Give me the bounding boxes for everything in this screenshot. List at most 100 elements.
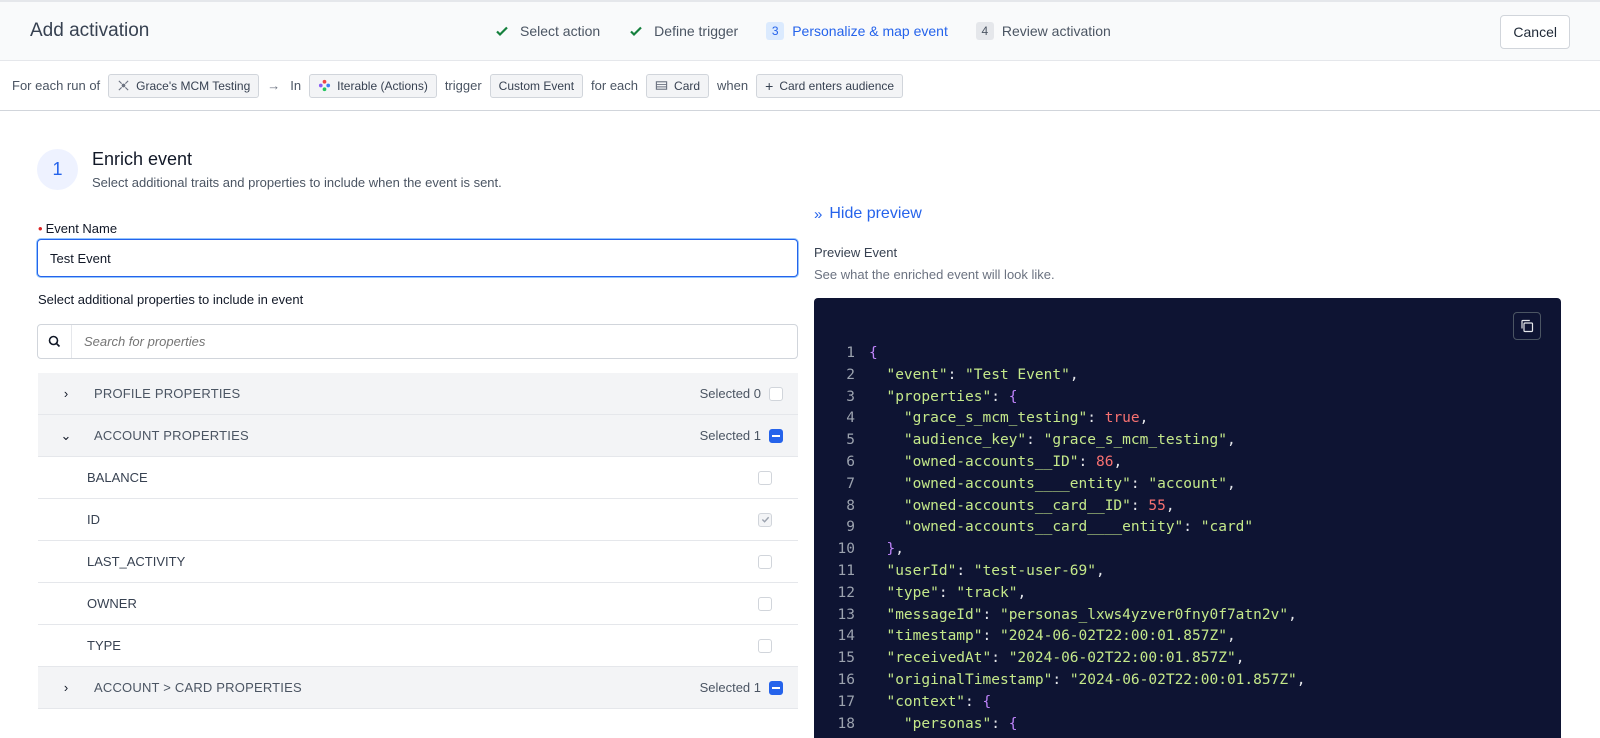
code-token: "event" <box>886 366 948 383</box>
code-lines: 1{2 "event": "Test Event", 3 "properties"… <box>814 343 1306 735</box>
code-token: : <box>938 584 957 601</box>
code-token: , <box>1226 628 1236 645</box>
code-token: "2024-06-02T22:00:01.857Z" <box>999 628 1227 645</box>
code-line: 8 "owned-accounts__card__ID": 55, <box>814 496 1306 518</box>
code-token: "context" <box>886 693 966 710</box>
property-name: TYPE <box>87 638 121 653</box>
line-number: 7 <box>846 475 855 492</box>
group-profile-properties[interactable]: › PROFILE PROPERTIES Selected 0 <box>38 373 798 415</box>
code-line: 16 "originalTimestamp": "2024-06-02T22:0… <box>814 670 1306 692</box>
destination-chip[interactable]: Iterable (Actions) <box>309 73 437 98</box>
code-text: "userId": "test-user-69", <box>869 561 1104 583</box>
run-text: For each run of <box>12 78 101 93</box>
source-chip[interactable]: Grace's MCM Testing <box>108 73 260 98</box>
check-icon <box>496 26 508 37</box>
line-number: 13 <box>837 606 855 623</box>
property-checkbox[interactable] <box>758 554 772 569</box>
code-token: "track" <box>956 584 1018 601</box>
group-account-properties[interactable]: ⌄ ACCOUNT PROPERTIES Selected 1 <box>38 415 798 457</box>
search-input[interactable] <box>72 334 797 349</box>
destination-chip-label: Iterable (Actions) <box>337 78 428 93</box>
double-chevron-right-icon: » <box>814 205 823 223</box>
code-token: : <box>991 388 1009 405</box>
property-row-owner[interactable]: OWNER <box>38 583 798 625</box>
line-number: 3 <box>846 388 855 405</box>
search-icon <box>38 325 72 358</box>
property-row-balance[interactable]: BALANCE <box>38 457 798 499</box>
code-token: "receivedAt" <box>886 650 992 667</box>
step-label: Define trigger <box>654 23 739 39</box>
copy-icon[interactable] <box>1513 312 1541 340</box>
trigger-text: trigger <box>444 78 482 93</box>
hide-preview-link[interactable]: » Hide preview <box>814 205 922 223</box>
property-checkbox[interactable] <box>758 596 772 611</box>
code-text: "timestamp": "2024-06-02T22:00:01.857Z", <box>869 626 1236 648</box>
run-summary-bar: For each run of Grace's MCM Testing → In… <box>0 61 1600 111</box>
line-number: 12 <box>837 584 855 601</box>
condition-chip[interactable]: + Card enters audience <box>756 73 904 98</box>
audience-icon <box>118 80 129 91</box>
code-token: "grace_s_mcm_testing" <box>903 410 1088 427</box>
code-token: 55 <box>1148 497 1166 514</box>
group-checkbox-indeterminate[interactable] <box>769 680 783 695</box>
code-token: , <box>1288 606 1297 623</box>
step-personalize-map-event[interactable]: 3 Personalize & map event <box>766 22 948 40</box>
chevron-right-icon[interactable]: › <box>38 680 94 695</box>
cancel-button[interactable]: Cancel <box>1500 15 1570 49</box>
code-token: : <box>982 628 1000 645</box>
selected-count: Selected 1 <box>699 428 761 443</box>
code-token: : <box>1026 432 1044 449</box>
group-account-card-properties[interactable]: › ACCOUNT > CARD PROPERTIES Selected 1 <box>38 667 798 709</box>
code-token: , <box>1296 671 1306 688</box>
selected-count: Selected 1 <box>699 680 761 695</box>
stepper: Select action Define trigger 3 Personali… <box>494 22 1139 40</box>
condition-chip-label: Card enters audience <box>779 78 895 93</box>
line-number: 9 <box>846 519 855 536</box>
line-number: 14 <box>837 628 855 645</box>
code-token: "2024-06-02T22:00:01.857Z" <box>1008 650 1236 667</box>
code-token: "grace_s_mcm_testing" <box>1043 432 1227 449</box>
property-row-type[interactable]: TYPE <box>38 625 798 667</box>
entity-chip-label: Card <box>674 78 701 93</box>
arrow-right-icon: → <box>267 78 281 93</box>
chevron-down-icon[interactable]: ⌄ <box>38 428 94 444</box>
line-number: 1 <box>846 345 855 361</box>
event-name-input[interactable] <box>37 239 798 277</box>
property-row-last-activity[interactable]: LAST_ACTIVITY <box>38 541 798 583</box>
step-number: 3 <box>766 22 785 40</box>
code-token: , <box>1165 497 1175 514</box>
property-search <box>37 324 798 359</box>
property-row-id[interactable]: ID <box>38 499 798 541</box>
step-define-trigger[interactable]: Define trigger <box>628 23 738 39</box>
plus-icon: + <box>765 77 774 94</box>
code-line: 18 "personas": { <box>814 714 1306 736</box>
property-checkbox[interactable] <box>758 638 772 653</box>
code-token: , <box>1017 584 1027 601</box>
check-icon <box>761 516 769 523</box>
line-number: 8 <box>846 497 855 514</box>
step-select-action[interactable]: Select action <box>494 23 600 39</box>
step-review-activation[interactable]: 4 Review activation <box>975 22 1111 40</box>
chevron-right-icon[interactable]: › <box>38 386 94 401</box>
group-name: ACCOUNT PROPERTIES <box>94 428 249 443</box>
group-checkbox[interactable] <box>769 386 783 401</box>
code-token: : <box>1052 671 1070 688</box>
property-checkbox-checked[interactable] <box>758 512 772 527</box>
code-token: : <box>965 693 983 710</box>
code-line: 2 "event": "Test Event", <box>814 365 1306 387</box>
property-checkbox[interactable] <box>758 470 772 485</box>
section-subtitle: Select additional traits and properties … <box>92 175 502 190</box>
line-number: 4 <box>846 410 855 427</box>
code-line: 1{ <box>814 343 1306 365</box>
code-line: 14 "timestamp": "2024-06-02T22:00:01.857… <box>814 626 1306 648</box>
group-checkbox-indeterminate[interactable] <box>769 428 783 443</box>
property-name: OWNER <box>87 596 137 611</box>
entity-chip[interactable]: Card <box>646 73 710 98</box>
trigger-chip[interactable]: Custom Event <box>489 73 584 98</box>
